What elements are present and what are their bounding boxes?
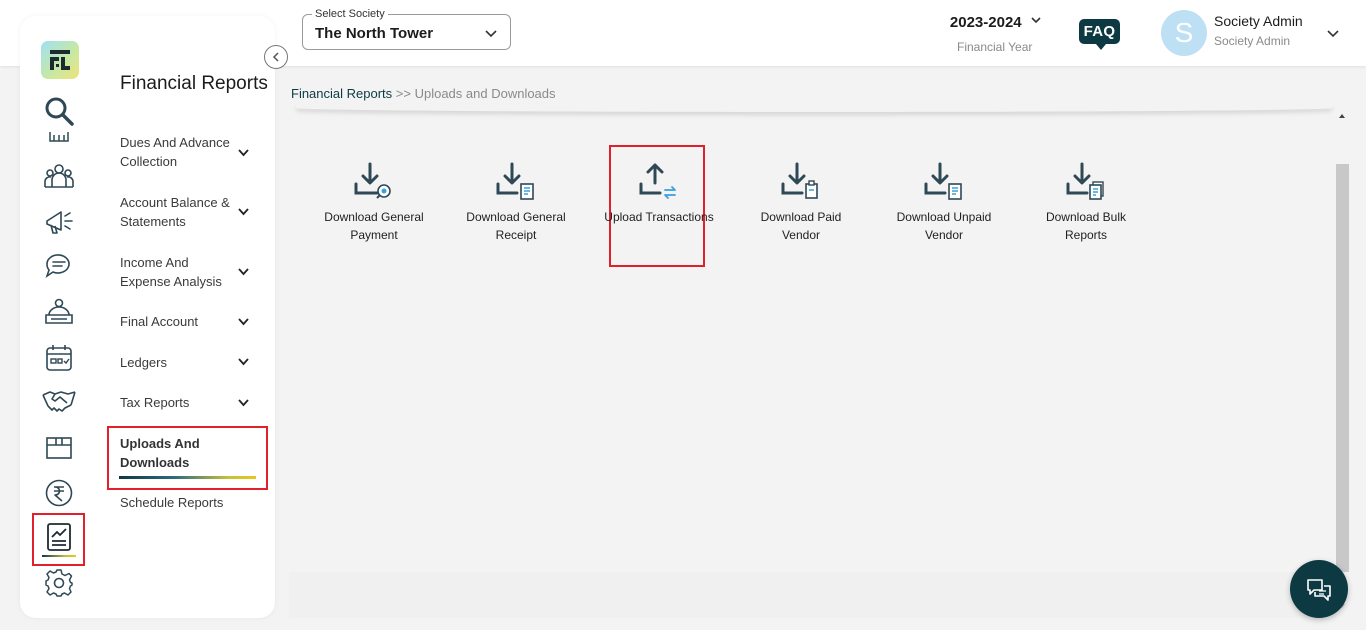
chat-support-button[interactable] bbox=[1290, 560, 1348, 618]
chat-icon bbox=[1307, 579, 1331, 601]
community-icon[interactable] bbox=[43, 160, 75, 192]
scroll-up-icon[interactable] bbox=[1338, 112, 1346, 120]
chevron-down-icon[interactable] bbox=[237, 355, 250, 368]
chat-bubbles-icon[interactable] bbox=[43, 250, 75, 282]
sidebar-item-final-account[interactable]: Final Account bbox=[120, 312, 198, 331]
chevron-down-icon[interactable] bbox=[237, 265, 250, 278]
chevron-down-icon[interactable] bbox=[237, 315, 250, 328]
chevron-down-icon[interactable] bbox=[237, 205, 250, 218]
scrollbar-thumb[interactable] bbox=[1336, 164, 1349, 572]
download-unpaid-vendor-icon bbox=[924, 162, 962, 200]
financial-year-selector[interactable]: 2023-2024 Financial Year bbox=[940, 14, 1052, 54]
tile-label: Download Bulk Reports bbox=[1045, 210, 1127, 242]
handshake-icon[interactable] bbox=[41, 385, 77, 417]
download-receipt-icon bbox=[496, 162, 534, 200]
tile-download-bulk-reports[interactable]: Download Bulk Reports bbox=[1031, 160, 1141, 244]
content-panel-footer bbox=[289, 572, 1336, 618]
sidebar-item-dues-and-advance-collection[interactable]: Dues And Advance Collection bbox=[120, 133, 232, 171]
breadcrumb-separator: >> bbox=[395, 86, 411, 101]
society-select-value: The North Tower bbox=[315, 25, 434, 42]
upload-transactions-icon bbox=[639, 163, 676, 199]
tile-upload-transactions[interactable]: Upload Transactions bbox=[604, 160, 714, 226]
download-paid-vendor-icon bbox=[781, 162, 818, 199]
sidebar-item-schedule-reports[interactable]: Schedule Reports bbox=[120, 493, 223, 512]
chevron-down-icon bbox=[1031, 17, 1041, 24]
download-bulk-reports-icon bbox=[1066, 162, 1104, 200]
user-name: Society Admin bbox=[1214, 13, 1303, 29]
society-select[interactable]: Select Society The North Tower bbox=[302, 8, 511, 50]
breadcrumb-current: Uploads and Downloads bbox=[414, 86, 556, 101]
chevron-left-icon bbox=[272, 52, 279, 62]
logo-mark-icon bbox=[50, 50, 70, 70]
calendar-icon[interactable] bbox=[43, 342, 75, 374]
financial-year-label: Financial Year bbox=[957, 40, 1033, 54]
sidebar-active-indicator bbox=[119, 476, 256, 479]
app-logo[interactable] bbox=[41, 41, 79, 79]
tile-download-general-payment[interactable]: Download General Payment bbox=[319, 160, 429, 244]
user-menu-chevron-icon[interactable] bbox=[1326, 26, 1340, 40]
society-select-label: Select Society bbox=[312, 8, 388, 21]
chevron-down-icon[interactable] bbox=[237, 396, 250, 409]
download-payment-icon bbox=[354, 162, 391, 199]
search-icon[interactable] bbox=[43, 95, 75, 127]
breadcrumb-root-link[interactable]: Financial Reports bbox=[291, 86, 392, 101]
sidebar-item-account-balance-statements[interactable]: Account Balance & Statements bbox=[120, 193, 232, 231]
sidebar-item-tax-reports[interactable]: Tax Reports bbox=[120, 393, 189, 412]
parcel-icon[interactable] bbox=[43, 432, 75, 464]
tile-label: Upload Transactions bbox=[604, 210, 714, 224]
rupee-icon[interactable] bbox=[44, 478, 74, 508]
financial-year-value: 2023-2024 bbox=[949, 14, 1022, 31]
sidebar-item-ledgers[interactable]: Ledgers bbox=[120, 353, 167, 372]
sidebar-item-income-and-expense-analysis[interactable]: Income And Expense Analysis bbox=[120, 253, 232, 291]
tile-download-paid-vendor[interactable]: Download Paid Vendor bbox=[746, 160, 856, 244]
faq-button[interactable]: FAQ bbox=[1079, 19, 1120, 50]
helpdesk-icon[interactable] bbox=[43, 297, 75, 329]
tile-download-general-receipt[interactable]: Download General Receipt bbox=[461, 160, 571, 244]
collapse-sidebar-button[interactable] bbox=[264, 45, 288, 69]
building-icon[interactable] bbox=[43, 130, 75, 144]
panel-header-shadow bbox=[296, 104, 1332, 112]
chevron-down-icon bbox=[485, 30, 497, 38]
settings-icon[interactable] bbox=[44, 568, 74, 598]
avatar[interactable]: S bbox=[1161, 10, 1207, 56]
reports-icon[interactable] bbox=[44, 522, 74, 552]
chevron-down-icon[interactable] bbox=[237, 146, 250, 159]
user-role: Society Admin bbox=[1214, 34, 1291, 48]
tile-label: Download Unpaid Vendor bbox=[896, 210, 992, 242]
announcement-icon[interactable] bbox=[43, 205, 75, 237]
tile-label: Download General Receipt bbox=[466, 210, 566, 242]
tile-label: Download Paid Vendor bbox=[760, 210, 842, 242]
rail-active-indicator bbox=[42, 555, 76, 557]
breadcrumb: Financial Reports >> Uploads and Downloa… bbox=[291, 86, 556, 101]
tile-download-unpaid-vendor[interactable]: Download Unpaid Vendor bbox=[889, 160, 999, 244]
sidebar-title: Financial Reports bbox=[120, 73, 268, 94]
sidebar-item-uploads-and-downloads[interactable]: Uploads And Downloads bbox=[120, 434, 230, 472]
tile-label: Download General Payment bbox=[324, 210, 424, 242]
